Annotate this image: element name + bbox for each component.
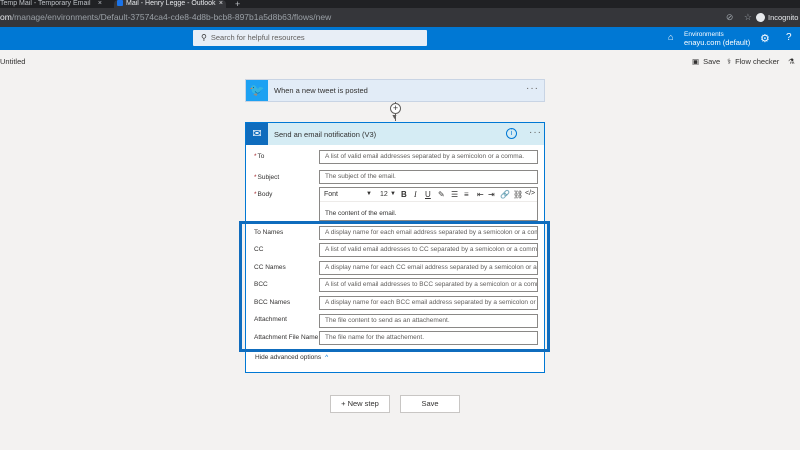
save-floppy-icon: ▣ (692, 57, 700, 66)
trigger-card[interactable]: 🐦 When a new tweet is posted ··· (245, 79, 545, 102)
decrease-indent-icon[interactable]: ⇤ (477, 190, 484, 199)
url-path: /manage/environments/Default-37574ca4-cd… (11, 12, 332, 22)
twitter-bird-icon: 🐦 (246, 80, 268, 101)
advanced-options-label: Hide advanced options (255, 354, 322, 361)
tab-close-icon[interactable]: × (98, 0, 102, 7)
font-dropdown-chevron-icon[interactable]: ▼ (366, 191, 372, 197)
new-step-button[interactable]: + New step (330, 395, 390, 413)
subject-field[interactable]: The subject of the email. (319, 170, 538, 184)
size-dropdown-chevron-icon[interactable]: ▼ (390, 191, 396, 197)
action-header[interactable]: ✉ Send an email notification (V3) i ··· (246, 123, 544, 145)
bulleted-list-icon[interactable]: ☰ (451, 190, 458, 199)
underline-icon[interactable]: U (425, 190, 431, 199)
browser-tab-temp-mail[interactable]: Temp Mail - Temporary Email × (0, 0, 105, 8)
toggle-advanced-options[interactable]: Hide advanced options ^ (255, 354, 328, 361)
to-label: *To (254, 153, 265, 160)
mail-envelope-icon: ✉ (246, 123, 268, 145)
search-input[interactable]: ⚲ Search for helpful resources (193, 30, 427, 46)
advanced-fields-highlight-box (239, 221, 550, 352)
font-family-select[interactable]: Font (324, 191, 338, 198)
code-view-icon[interactable]: </> (525, 190, 535, 197)
save-command-button[interactable]: ▣ Save (692, 57, 720, 66)
command-bar: Untitled ▣ Save ⚕ Flow checker ⚗ (0, 50, 800, 72)
save-command-label: Save (703, 57, 721, 66)
chevron-up-icon: ^ (325, 354, 329, 361)
body-label: *Body (254, 191, 273, 198)
bold-icon[interactable]: B (401, 190, 407, 199)
info-icon[interactable]: i (506, 128, 517, 139)
trigger-title: When a new tweet is posted (274, 86, 368, 95)
search-placeholder: Search for helpful resources (210, 33, 305, 42)
url-host: om (0, 12, 12, 22)
url-field[interactable]: om/manage/environments/Default-37574ca4-… (0, 11, 720, 24)
environment-picker[interactable]: ⌂ Environments enayu.com (default) (668, 31, 750, 47)
flow-checker-label: Flow checker (735, 57, 780, 66)
action-title: Send an email notification (V3) (274, 130, 377, 139)
browser-tab-strip: Temp Mail - Temporary Email × Mail - Hen… (0, 0, 800, 9)
profile-label: Incognito (768, 13, 799, 22)
action-more-icon[interactable]: ··· (529, 127, 542, 138)
environment-name: enayu.com (default) (684, 38, 751, 47)
link-icon[interactable]: 🔗 (500, 190, 510, 199)
app-header: ⚲ Search for helpful resources ⌂ Environm… (0, 27, 800, 50)
environment-label: Environments (684, 31, 724, 38)
environment-globe-icon: ⌂ (668, 32, 674, 42)
connector-arrow-icon: ▼ (391, 114, 398, 121)
italic-icon[interactable]: I (414, 190, 417, 199)
search-icon: ⚲ (201, 33, 207, 42)
body-rich-text-editor[interactable]: Font ▼ 12 ▼ B I U ✎ ☰ ≡ ⇤ ⇥ 🔗 ⛓ </> The … (319, 187, 538, 221)
incognito-profile[interactable]: Incognito (756, 11, 800, 24)
help-icon[interactable]: ? (786, 32, 792, 43)
test-flask-icon[interactable]: ⚗ (788, 57, 795, 66)
outlook-favicon-icon (117, 0, 123, 6)
numbered-list-icon[interactable]: ≡ (464, 190, 469, 199)
address-bar: om/manage/environments/Default-37574ca4-… (0, 8, 800, 27)
browser-tab-outlook[interactable]: Mail - Henry Legge - Outlook × (114, 0, 226, 8)
flow-checker-button[interactable]: ⚕ Flow checker (727, 57, 779, 66)
body-placeholder: The content of the email. (325, 210, 397, 217)
tracking-blocked-icon[interactable]: ⊘ (726, 12, 734, 22)
highlight-pen-icon[interactable]: ✎ (438, 190, 445, 199)
unlink-icon[interactable]: ⛓ (513, 190, 523, 199)
increase-indent-icon[interactable]: ⇥ (488, 190, 495, 199)
tab-label: Temp Mail - Temporary Email (0, 0, 91, 7)
font-size-select[interactable]: 12 (380, 191, 388, 198)
rich-text-toolbar: Font ▼ 12 ▼ B I U ✎ ☰ ≡ ⇤ ⇥ 🔗 ⛓ </> (320, 188, 537, 202)
tab-label: Mail - Henry Legge - Outlook (126, 0, 216, 7)
flow-title[interactable]: Untitled (0, 57, 25, 66)
insert-step-plus-icon[interactable]: + (390, 103, 401, 114)
settings-gear-icon[interactable]: ⚙ (760, 32, 770, 45)
to-field[interactable]: A list of valid email addresses separate… (319, 150, 538, 164)
bookmark-star-icon[interactable]: ☆ (744, 12, 752, 22)
subject-label: *Subject (254, 174, 280, 181)
address-bar-icons: ⊘ ☆ (718, 12, 752, 23)
save-button[interactable]: Save (400, 395, 460, 413)
stethoscope-icon: ⚕ (727, 57, 732, 66)
tab-close-icon[interactable]: × (219, 0, 223, 7)
trigger-more-icon[interactable]: ··· (526, 83, 539, 94)
incognito-avatar-icon (756, 13, 765, 22)
